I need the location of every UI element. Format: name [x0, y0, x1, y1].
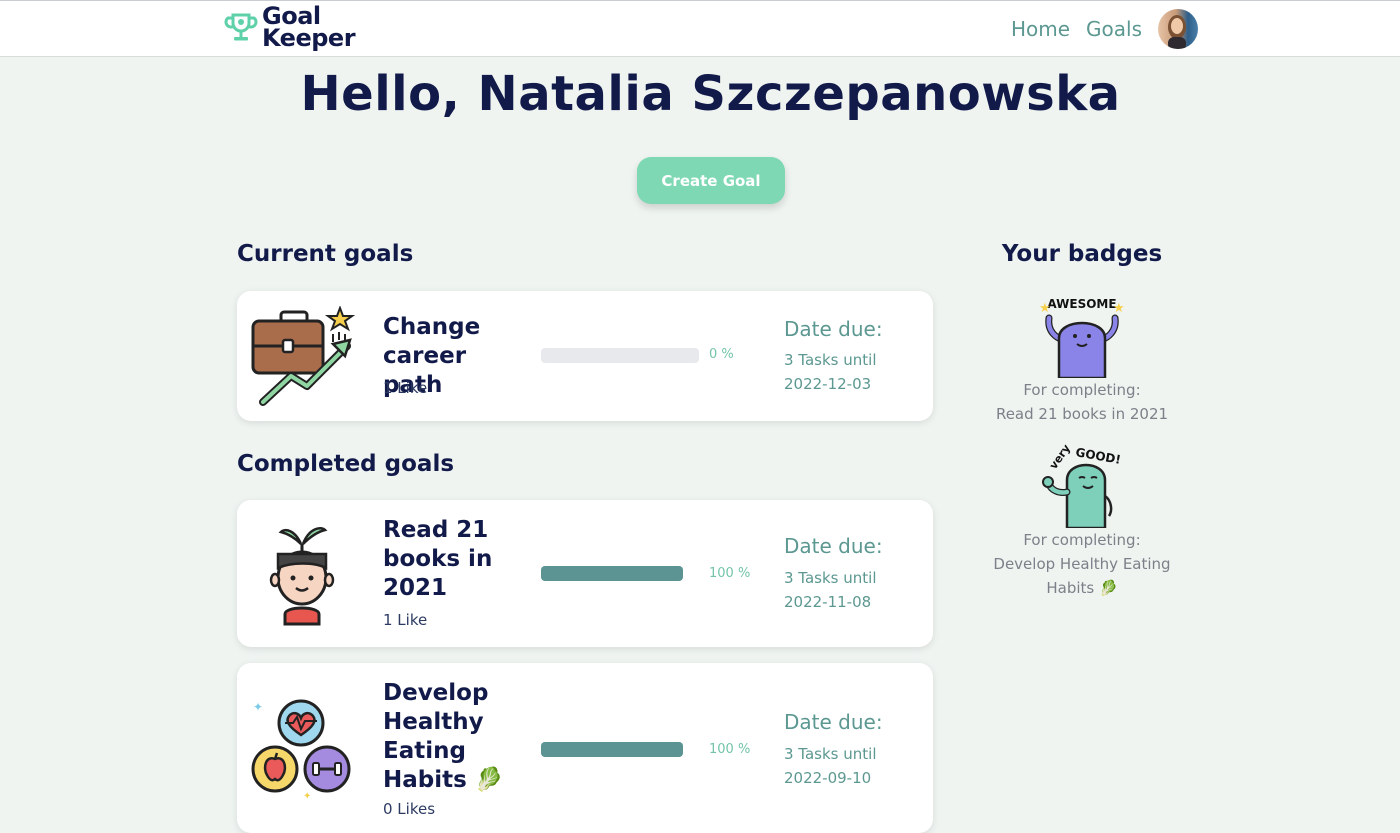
badges-heading: Your badges — [1001, 241, 1163, 267]
goal-card-healthy-eating[interactable]: ✦ ✦ Develop Healthy Eating Habits 🥬 0 Li… — [237, 663, 933, 833]
badge-caption-goal: Develop Healthy Eating Habits 🥬 — [993, 555, 1171, 597]
goal-progress-label: 100 % — [709, 566, 751, 581]
badge-caption-goal: Read 21 books in 2021 — [995, 405, 1169, 423]
very-good-badge-icon: very GOOD! — [1042, 442, 1122, 528]
svg-text:GOOD!: GOOD! — [1074, 445, 1121, 467]
goal-title[interactable]: Develop Healthy Eating Habits 🥬 — [383, 679, 533, 795]
goal-due-label: Date due: — [784, 317, 883, 341]
main-nav: Home Goals — [1011, 9, 1198, 49]
trophy-icon — [224, 13, 258, 41]
goal-progress-bar — [541, 742, 683, 757]
growing-mind-icon — [269, 527, 335, 626]
briefcase-growth-icon — [251, 306, 355, 406]
svg-text:very: very — [1047, 442, 1073, 472]
goal-progress-bar — [541, 566, 683, 581]
top-navbar: Goal Keeper Home Goals — [0, 0, 1400, 57]
badge-very-good[interactable]: very GOOD! For completing: Develop Healt… — [982, 440, 1182, 600]
nav-goals-link[interactable]: Goals — [1086, 17, 1142, 41]
badge-caption-label: For completing: — [1023, 381, 1141, 399]
avatar-portrait-icon — [1168, 15, 1186, 49]
goal-card-change-career[interactable]: Change career path 1 Like 0 % Date due: … — [237, 291, 933, 421]
brand-name: Goal Keeper — [262, 4, 356, 52]
goal-progress-label: 0 % — [709, 347, 734, 362]
goal-due-label: Date due: — [784, 710, 883, 734]
brand-logo[interactable]: Goal Keeper — [224, 4, 356, 52]
nav-home-link[interactable]: Home — [1011, 17, 1070, 41]
badge-art-text: AWESOME — [1047, 297, 1116, 311]
user-avatar[interactable] — [1158, 9, 1198, 49]
goal-due-value: 3 Tasks until 2022-12-03 — [784, 351, 877, 393]
goal-title[interactable]: Read 21 books in 2021 — [383, 516, 533, 603]
badge-caption-label: For completing: — [1023, 531, 1141, 549]
current-goals-heading: Current goals — [237, 241, 414, 267]
brand-line-2: Keeper — [262, 24, 356, 52]
goal-progress-label: 100 % — [709, 742, 751, 757]
page-greeting: Hello, Natalia Szczepanowska — [300, 66, 1121, 122]
svg-text:★: ★ — [1113, 301, 1125, 316]
goal-progress-fill — [541, 742, 683, 757]
goal-progress-bar — [541, 348, 699, 363]
create-goal-button[interactable]: Create Goal — [637, 157, 785, 204]
awesome-badge-icon: AWESOME ★ ★ — [1039, 297, 1125, 378]
goal-due-label: Date due: — [784, 534, 883, 558]
badge-awesome[interactable]: AWESOME ★ ★ For completing: Read 21 book… — [982, 294, 1182, 426]
svg-text:✦: ✦ — [253, 700, 263, 714]
goal-likes[interactable]: 1 Like — [383, 611, 427, 629]
goal-card-read-books[interactable]: Read 21 books in 2021 1 Like 100 % Date … — [237, 500, 933, 647]
goal-progress-fill — [541, 566, 683, 581]
svg-text:★: ★ — [1039, 301, 1051, 316]
goal-due-value: 3 Tasks until 2022-11-08 — [784, 569, 877, 611]
goal-likes[interactable]: 1 Like — [383, 379, 427, 397]
svg-text:✦: ✦ — [303, 791, 311, 802]
goal-due-value: 3 Tasks until 2022-09-10 — [784, 745, 877, 787]
completed-goals-heading: Completed goals — [237, 451, 455, 477]
goal-likes[interactable]: 0 Likes — [383, 800, 435, 818]
health-fitness-icon: ✦ ✦ — [251, 699, 351, 802]
